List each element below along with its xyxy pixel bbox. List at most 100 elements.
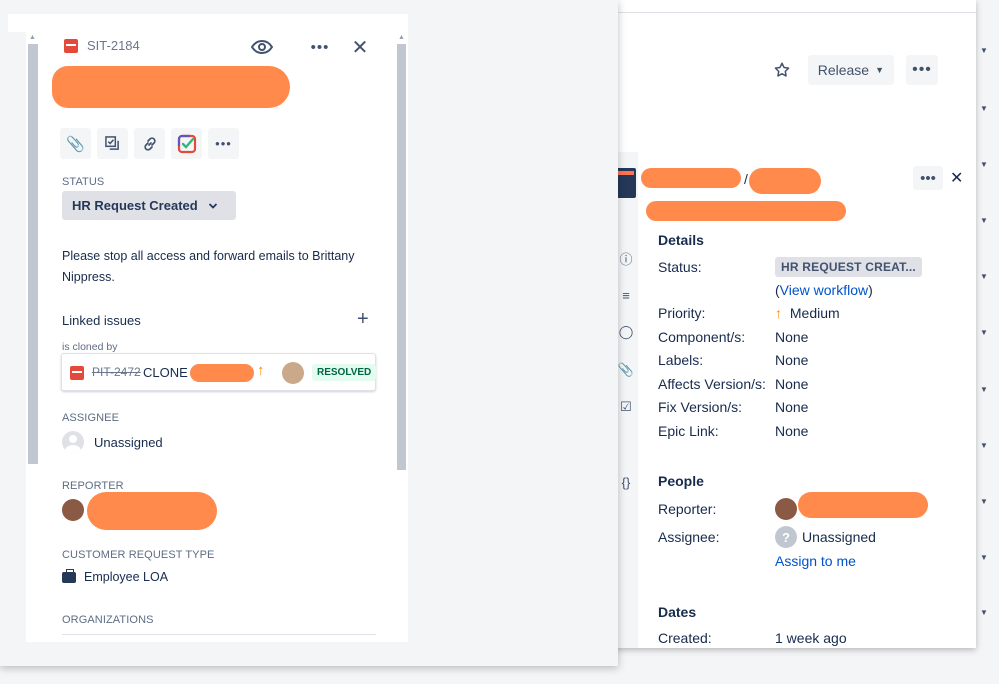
epic-link-label: Epic Link:	[658, 423, 719, 439]
chevron-down-icon[interactable]: ▼	[980, 104, 988, 113]
attachment-icon[interactable]: 📎	[618, 362, 634, 378]
fix-version-value: None	[775, 399, 809, 415]
redacted-reporter-name	[798, 492, 928, 518]
back-toolbar: Release ▼ •••	[768, 55, 938, 85]
status-label: STATUS	[62, 176, 105, 188]
add-link-plus-icon[interactable]: +	[357, 308, 369, 331]
assignee-label: Assignee:	[658, 529, 720, 545]
assignee-field[interactable]: Unassigned	[62, 431, 163, 453]
scroll-up-icon[interactable]: ▲	[398, 34, 405, 41]
customer-request-type-value: Employee LOA	[84, 570, 169, 584]
panel-scrollbar[interactable]: ▲	[395, 32, 408, 642]
release-label: Release	[817, 62, 870, 78]
redacted-reporter-name	[87, 492, 217, 530]
chevron-down-icon[interactable]: ▼	[980, 441, 988, 450]
issue-key-row: SIT-2184	[64, 38, 140, 53]
info-icon[interactable]: ⓘ	[618, 250, 634, 267]
chevron-down-icon[interactable]: ▼	[980, 385, 988, 394]
breadcrumb-separator: /	[744, 171, 748, 187]
unassigned-avatar-icon	[62, 431, 84, 453]
organizations-field[interactable]	[62, 634, 376, 635]
watch-eye-icon[interactable]	[250, 36, 274, 58]
component-label: Component/s:	[658, 329, 746, 345]
release-button[interactable]: Release ▼	[807, 55, 894, 85]
redacted-linked-summary	[190, 364, 254, 382]
action-toolbar: 📎 •••	[60, 128, 239, 159]
created-label: Created:	[658, 630, 712, 646]
issue-panel: SIT-2184 ••• ✕ 📎 ••• STATUS HR Request C…	[40, 14, 395, 642]
checklist-app-icon[interactable]	[171, 128, 202, 159]
close-icon[interactable]: ✕	[348, 36, 372, 59]
chevron-down-icon[interactable]: ▼	[980, 46, 988, 55]
attachment-icon[interactable]: 📎	[60, 128, 91, 159]
priority-text: Medium	[789, 305, 840, 321]
issue-key[interactable]: SIT-2184	[87, 38, 140, 53]
status-lozenge[interactable]: HR REQUEST CREAT...	[775, 257, 922, 277]
right-edge-column: ▼ ▼ ▼ ▼ ▼ ▼ ▼ ▼ ▼ ▼ ▼	[976, 0, 999, 640]
customer-request-type-label: CUSTOMER REQUEST TYPE	[62, 549, 215, 561]
chevron-down-icon[interactable]: ▼	[980, 608, 988, 617]
chevron-down-icon[interactable]: ▼	[980, 553, 988, 562]
chevron-down-icon[interactable]: ▼	[980, 272, 988, 281]
reporter-avatar	[775, 498, 797, 520]
chevron-down-icon[interactable]: ▼	[980, 328, 988, 337]
left-scrollbar[interactable]: ▲	[26, 32, 40, 642]
chevron-down-icon[interactable]: ▼	[980, 216, 988, 225]
status-value: HR Request Created	[72, 198, 198, 213]
issue-type-icon	[70, 366, 84, 380]
scroll-thumb[interactable]	[397, 44, 406, 470]
star-icon[interactable]	[768, 56, 796, 84]
subtask-icon[interactable]	[97, 128, 128, 159]
description-icon[interactable]: ≡	[618, 287, 634, 303]
more-icon[interactable]: •••	[208, 128, 239, 159]
chevron-down-icon[interactable]: ▼	[980, 160, 988, 169]
linked-issue-card[interactable]: PIT-2472 CLONE - ↑ RESOLVED	[61, 353, 377, 391]
reporter-label: Reporter:	[658, 501, 717, 517]
epic-link-value: None	[775, 423, 809, 439]
more-icon: •••	[912, 61, 932, 78]
linked-issue-summary[interactable]: CLONE -	[143, 365, 196, 380]
view-workflow-link[interactable]: View workflow	[780, 282, 868, 298]
comment-icon[interactable]: ◯	[618, 324, 634, 340]
unassigned-avatar-icon: ?	[775, 526, 797, 548]
briefcase-icon	[62, 568, 76, 583]
scroll-thumb[interactable]	[28, 44, 38, 464]
priority-value: ↑ Medium	[775, 305, 840, 321]
resolved-status-lozenge: RESOLVED	[312, 364, 377, 381]
linked-issue-key[interactable]: PIT-2472	[92, 365, 141, 379]
chevron-down-icon[interactable]: ▼	[980, 497, 988, 506]
reporter-label: REPORTER	[62, 480, 124, 492]
redacted-issue-key	[749, 168, 821, 194]
description[interactable]: Please stop all access and forward email…	[62, 246, 372, 288]
close-icon[interactable]: ✕	[950, 168, 963, 188]
issue-type-icon	[64, 38, 78, 53]
component-value: None	[775, 329, 809, 345]
priority-label: Priority:	[658, 305, 706, 321]
fix-version-label: Fix Version/s:	[658, 399, 743, 415]
details-heading: Details	[658, 232, 704, 248]
customer-request-type-field[interactable]: Employee LOA	[62, 568, 169, 584]
background-issue-window: Release ▼ ••• ⓘ ≡ ◯ 📎 ☑ {} / ••• ✕ Detai…	[560, 0, 976, 648]
labels-label: Labels:	[658, 352, 704, 368]
paren-close: )	[868, 282, 873, 298]
reporter-avatar	[62, 499, 84, 521]
chevron-down-icon	[208, 198, 218, 213]
top-divider	[560, 12, 976, 13]
scroll-up-icon[interactable]: ▲	[29, 34, 36, 41]
assign-to-me-link[interactable]: Assign to me	[775, 553, 856, 569]
more-actions-button[interactable]: •••	[906, 55, 938, 85]
linked-assignee-avatar	[282, 362, 304, 384]
checklist-icon[interactable]: ☑	[618, 399, 634, 415]
link-type-label: is cloned by	[62, 341, 118, 353]
code-icon[interactable]: {}	[618, 474, 634, 490]
more-icon[interactable]: •••	[308, 36, 332, 58]
created-value: 1 week ago	[775, 630, 847, 646]
link-icon[interactable]	[134, 128, 165, 159]
more-icon: •••	[920, 169, 936, 187]
assignee-value: Unassigned	[94, 434, 163, 450]
organizations-label: ORGANIZATIONS	[62, 614, 154, 626]
redacted-summary	[646, 201, 846, 221]
status-dropdown[interactable]: HR Request Created	[62, 191, 236, 220]
issue-more-button[interactable]: •••	[913, 166, 943, 190]
priority-medium-icon: ↑	[775, 305, 782, 321]
